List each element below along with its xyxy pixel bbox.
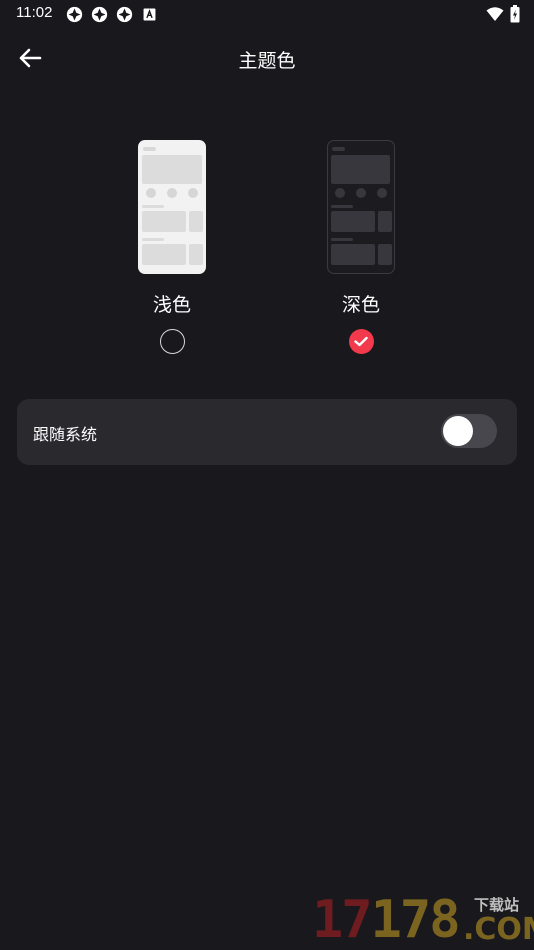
radio-dark-selected[interactable] — [348, 329, 374, 354]
watermark-suffix: .COM — [463, 912, 534, 947]
a-icon — [143, 8, 156, 21]
page-title: 主题色 — [238, 50, 296, 72]
watermark-digits: 17178 — [312, 890, 461, 950]
watermark-cn: 下载站 — [474, 896, 520, 914]
follow-system-toggle[interactable] — [441, 414, 497, 448]
follow-system-label: 跟随系统 — [33, 425, 98, 444]
radio-light-unselected[interactable] — [159, 329, 185, 354]
status-notification-icons — [66, 6, 158, 23]
theme-label-light: 浅色 — [152, 294, 191, 316]
theme-option-dark[interactable]: 深色 — [291, 140, 431, 354]
sync-icon — [116, 6, 133, 23]
toggle-knob — [443, 416, 473, 446]
battery-charging-icon — [510, 5, 520, 23]
site-watermark: 17178 .COM 下载站 — [312, 890, 534, 950]
check-icon — [354, 336, 368, 347]
status-system-icons — [486, 5, 520, 23]
app-bar: 主题色 — [0, 36, 534, 80]
watermark-digits-b: 178 — [370, 890, 461, 950]
watermark-digits-a: 17 — [312, 890, 373, 950]
watermark-com: COM — [474, 912, 534, 947]
sync-icon — [91, 6, 108, 23]
theme-label-dark: 深色 — [341, 294, 380, 316]
status-bar: 11:02 — [0, 0, 534, 28]
follow-system-row: 跟随系统 — [17, 399, 517, 465]
sync-icon — [66, 6, 83, 23]
theme-option-light[interactable]: 浅色 — [102, 140, 242, 354]
status-time: 11:02 — [16, 4, 53, 21]
light-theme-preview — [138, 140, 206, 274]
dark-theme-preview — [327, 140, 395, 274]
wifi-icon — [486, 7, 504, 21]
